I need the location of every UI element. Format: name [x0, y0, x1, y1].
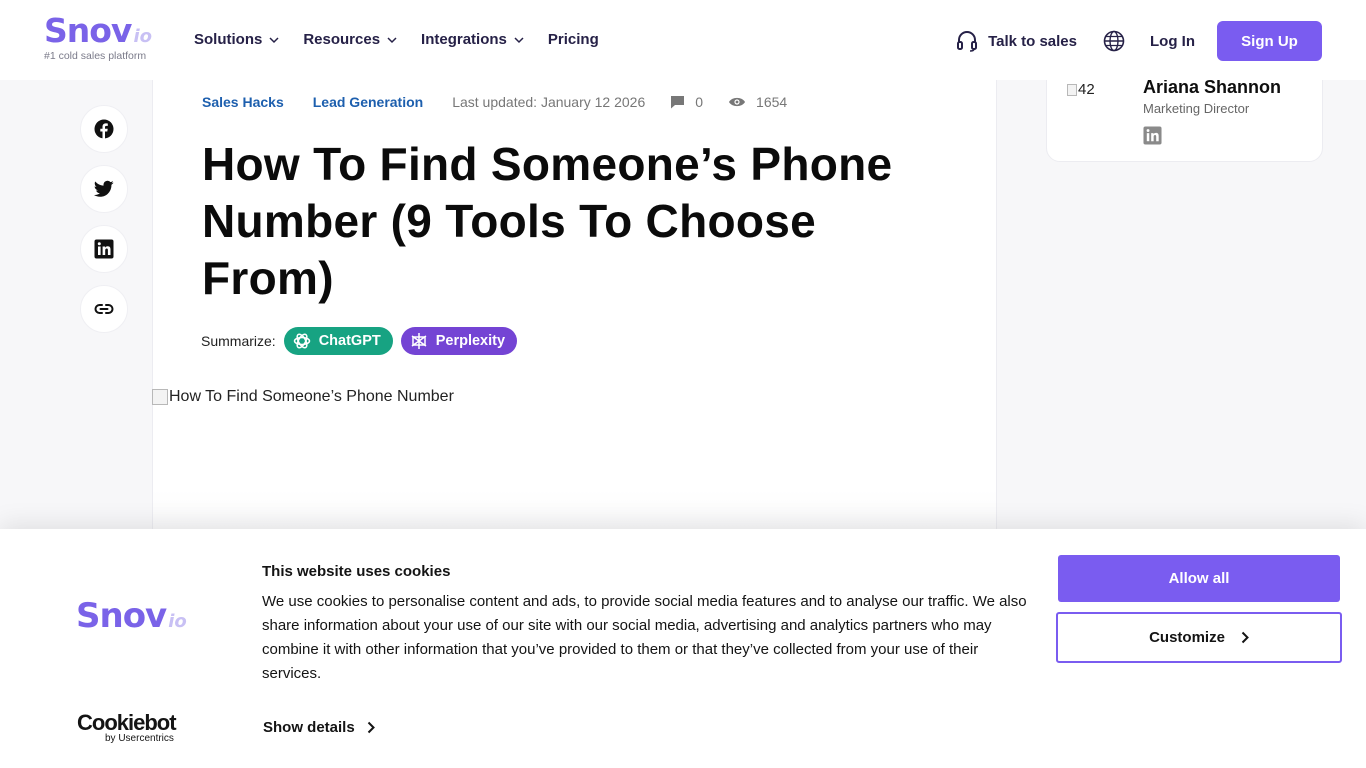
nav-solutions[interactable]: Solutions [194, 31, 280, 48]
link-icon [94, 304, 114, 314]
summarize-perplexity-button[interactable]: Perplexity [400, 327, 518, 355]
views-value: 1654 [756, 94, 788, 110]
author-avatar-alt: 42 [1078, 81, 1095, 98]
share-bar [80, 105, 128, 345]
nav-integrations[interactable]: Integrations [421, 31, 525, 48]
logo-suffix: io [133, 26, 152, 47]
cookie-title: This website uses cookies [262, 563, 451, 580]
nav-pricing-label: Pricing [547, 31, 599, 48]
globe-icon [1103, 30, 1125, 52]
chevron-right-icon [1241, 631, 1249, 644]
signup-button[interactable]: Sign Up [1217, 21, 1322, 61]
chatgpt-label: ChatGPT [318, 333, 381, 349]
talk-to-sales-link[interactable]: Talk to sales [956, 30, 1077, 52]
broken-image-icon [1067, 83, 1077, 96]
twitter-icon [94, 180, 114, 197]
nav-pricing[interactable]: Pricing [548, 31, 599, 48]
article-title: How To Find Someone’s Phone Number (9 To… [202, 138, 893, 304]
chevron-down-icon [269, 36, 279, 43]
header-actions: Talk to sales Log In Sign Up [956, 21, 1322, 61]
views-count: 1654 [728, 94, 787, 110]
share-facebook-button[interactable] [80, 105, 128, 153]
nav-integrations-label: Integrations [421, 31, 507, 48]
comment-icon [671, 96, 685, 109]
article-meta: Sales Hacks Lead Generation Last updated… [202, 94, 812, 110]
nav-resources-label: Resources [303, 31, 381, 48]
language-selector[interactable] [1103, 30, 1125, 52]
nav-solutions-label: Solutions [194, 31, 263, 48]
nav-resources[interactable]: Resources [303, 31, 398, 48]
login-link[interactable]: Log In [1150, 33, 1195, 50]
cookiebot-sub: by Usercentrics [105, 733, 174, 744]
category-link[interactable]: Lead Generation [313, 94, 423, 110]
headset-icon [957, 31, 978, 52]
comments-value: 0 [695, 94, 704, 110]
summarize-label: Summarize: [201, 333, 276, 349]
logo-tagline: #1 cold sales platform [44, 50, 147, 62]
share-linkedin-button[interactable] [80, 225, 128, 273]
show-details-link[interactable]: Show details [263, 719, 375, 736]
chatgpt-icon [293, 333, 310, 349]
show-details-label: Show details [263, 719, 355, 736]
customize-label: Customize [1149, 629, 1225, 646]
chevron-right-icon [367, 721, 375, 734]
perplexity-label: Perplexity [435, 333, 506, 349]
cookie-banner-logo: Snov io [76, 598, 187, 634]
eye-icon [729, 97, 746, 107]
author-role: Marketing Director [1143, 101, 1250, 116]
share-twitter-button[interactable] [80, 165, 128, 213]
linkedin-icon [1143, 126, 1162, 145]
cookie-logo-suffix: io [168, 611, 187, 632]
facebook-icon [94, 119, 114, 139]
chevron-down-icon [514, 36, 524, 43]
cookie-banner: Snov io Cookiebot by Usercentrics This we… [0, 529, 1366, 768]
comments-count[interactable]: 0 [670, 94, 703, 110]
summarize-row: Summarize: ChatGPT Perplexity [201, 327, 518, 355]
author-name[interactable]: Ariana Shannon [1143, 77, 1281, 98]
author-avatar: 42 [1067, 81, 1095, 98]
linkedin-icon [94, 239, 114, 259]
category-link[interactable]: Sales Hacks [202, 94, 284, 110]
hero-image: How To Find Someone’s Phone Number [152, 388, 454, 406]
chevron-down-icon [387, 36, 397, 43]
cookie-text: We use cookies to personalise content an… [262, 593, 1027, 682]
talk-to-sales-label: Talk to sales [988, 32, 1077, 50]
allow-all-button[interactable]: Allow all [1058, 555, 1340, 602]
last-updated: Last updated: January 12 2026 [452, 94, 646, 110]
hero-image-alt: How To Find Someone’s Phone Number [169, 388, 454, 405]
summarize-chatgpt-button[interactable]: ChatGPT [283, 327, 393, 355]
main-nav: Solutions Resources Integrations Pricing [194, 31, 622, 48]
cookie-logo-main: Snov [76, 596, 167, 636]
site-header: Snov io #1 cold sales platform Solutions … [0, 0, 1366, 80]
copy-link-button[interactable] [80, 285, 128, 333]
snovio-logo[interactable]: Snov io #1 cold sales platform [44, 11, 152, 63]
cookiebot-logo[interactable]: Cookiebot by Usercentrics [77, 710, 177, 745]
broken-image-icon [152, 389, 168, 405]
cookiebot-name: Cookiebot [77, 710, 177, 735]
perplexity-icon [411, 333, 427, 349]
author-linkedin-link[interactable] [1143, 126, 1162, 150]
customize-button[interactable]: Customize [1056, 612, 1342, 663]
logo-main-text: Snov [44, 11, 132, 50]
